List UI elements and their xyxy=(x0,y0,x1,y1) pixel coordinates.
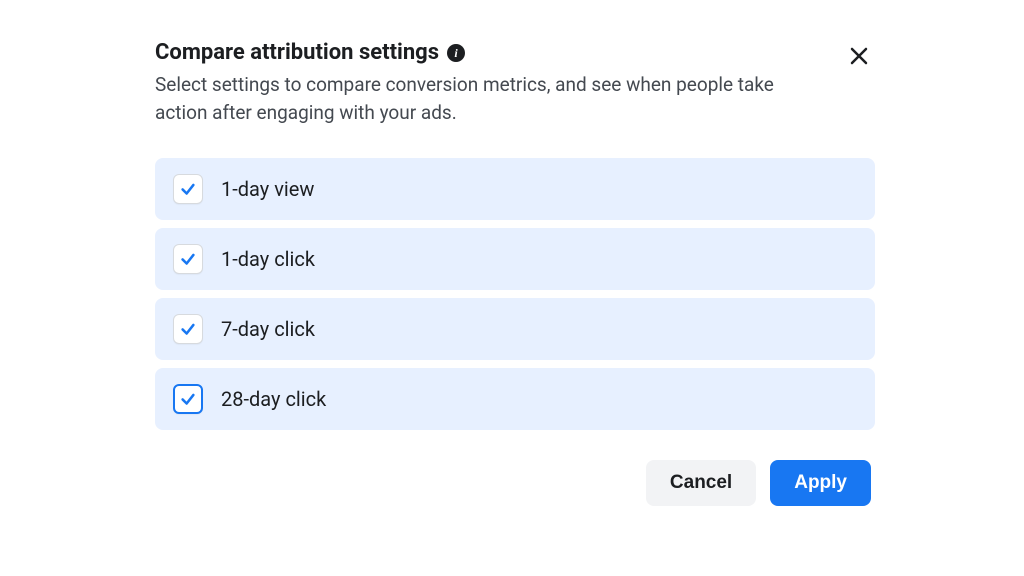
apply-button[interactable]: Apply xyxy=(770,460,871,506)
option-1-day-click[interactable]: 1-day click xyxy=(155,228,875,290)
info-icon[interactable]: i xyxy=(447,44,465,62)
checkbox-28-day-click[interactable] xyxy=(173,384,203,414)
option-1-day-view[interactable]: 1-day view xyxy=(155,158,875,220)
checkbox-7-day-click[interactable] xyxy=(173,314,203,344)
option-label: 1-day view xyxy=(221,177,314,201)
option-28-day-click[interactable]: 28-day click xyxy=(155,368,875,430)
check-icon xyxy=(179,390,197,408)
options-list: 1-day view 1-day click 7-day click xyxy=(155,158,875,430)
dialog-title: Compare attribution settings xyxy=(155,40,439,65)
check-icon xyxy=(179,180,197,198)
close-button[interactable] xyxy=(843,40,875,72)
dialog-footer: Cancel Apply xyxy=(155,460,875,506)
option-label: 7-day click xyxy=(221,317,315,341)
dialog-title-row: Compare attribution settings i xyxy=(155,40,835,65)
close-icon xyxy=(849,46,869,66)
checkbox-1-day-click[interactable] xyxy=(173,244,203,274)
dialog-header: Compare attribution settings i Select se… xyxy=(155,40,875,126)
option-label: 28-day click xyxy=(221,387,326,411)
checkbox-1-day-view[interactable] xyxy=(173,174,203,204)
option-7-day-click[interactable]: 7-day click xyxy=(155,298,875,360)
check-icon xyxy=(179,320,197,338)
attribution-settings-dialog: Compare attribution settings i Select se… xyxy=(155,40,875,506)
option-label: 1-day click xyxy=(221,247,315,271)
cancel-button[interactable]: Cancel xyxy=(646,460,756,506)
check-icon xyxy=(179,250,197,268)
dialog-subtitle: Select settings to compare conversion me… xyxy=(155,71,795,126)
